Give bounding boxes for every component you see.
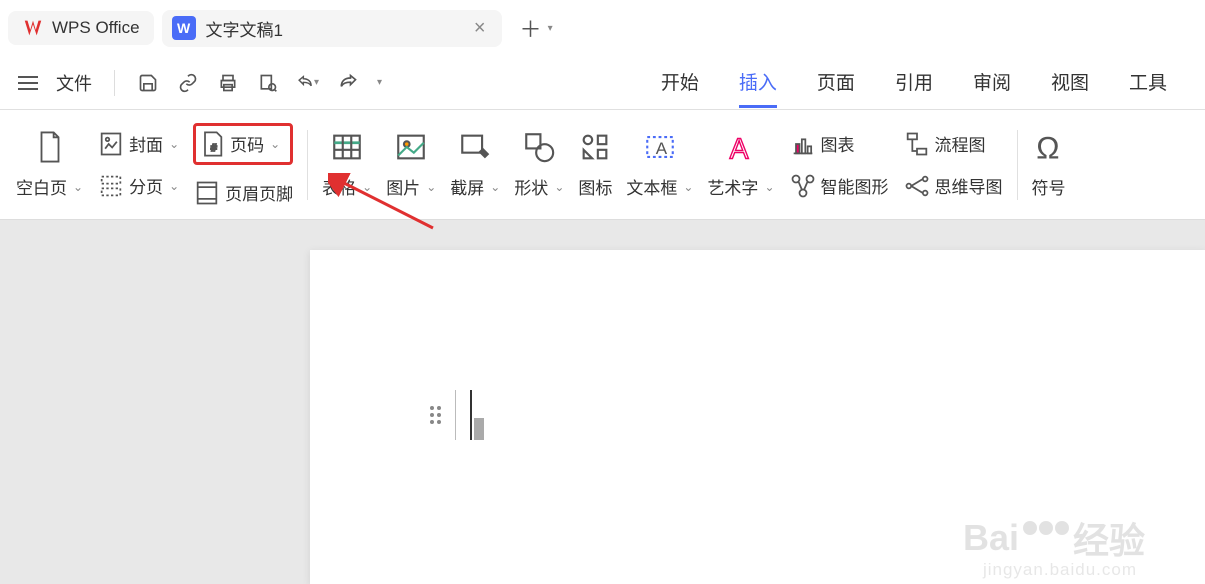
chart-button[interactable]: 图表	[789, 130, 889, 158]
tab-view[interactable]: 视图	[1051, 58, 1089, 108]
new-tab-button[interactable]: ＋ ▾	[510, 12, 563, 44]
document-title: 文字文稿1	[206, 16, 283, 41]
textbox-icon: A	[643, 130, 677, 164]
ribbon-tabs: 开始 插入 页面 引用 审阅 视图 工具	[661, 58, 1187, 108]
flowchart-button[interactable]: 流程图	[903, 130, 1003, 158]
mindmap-icon	[903, 172, 931, 200]
plus-icon: ＋	[520, 12, 542, 44]
page-number-button[interactable]: # 页码⌄	[198, 130, 288, 158]
textbox-button[interactable]: 文本框⌄	[626, 174, 693, 199]
word-doc-icon: W	[172, 16, 196, 40]
screenshot-icon	[458, 130, 492, 164]
svg-text:#: #	[211, 142, 217, 154]
preview-icon[interactable]	[257, 72, 279, 94]
watermark-url: jingyan.baidu.com	[983, 560, 1137, 580]
flowchart-icon	[903, 130, 931, 158]
screenshot-button[interactable]: 截屏⌄	[450, 174, 500, 199]
header-footer-icon	[193, 179, 221, 207]
print-icon[interactable]	[217, 72, 239, 94]
link-icon[interactable]	[177, 72, 199, 94]
shape-icon	[522, 130, 556, 164]
cover-icon	[97, 130, 125, 158]
close-tab-icon[interactable]: ×	[468, 17, 492, 40]
page-number-icon: #	[198, 130, 226, 158]
page-break-button[interactable]: 分页⌄	[97, 172, 179, 200]
document-tab[interactable]: W 文字文稿1 ×	[162, 10, 502, 47]
tab-tools[interactable]: 工具	[1129, 58, 1167, 108]
blank-page-icon	[33, 130, 67, 164]
blank-page-button[interactable]: 空白页⌄	[16, 174, 83, 199]
tab-insert[interactable]: 插入	[739, 58, 777, 108]
undo-icon[interactable]: ▾	[297, 72, 319, 94]
divider	[1017, 130, 1018, 200]
redo-icon[interactable]	[337, 72, 359, 94]
hamburger-icon[interactable]	[18, 76, 38, 90]
cover-button[interactable]: 封面⌄	[97, 130, 179, 158]
highlight-annotation: # 页码⌄	[193, 123, 293, 165]
shape-button[interactable]: 形状⌄	[514, 174, 564, 199]
svg-text:Ω: Ω	[1036, 130, 1059, 164]
divider	[114, 70, 115, 96]
ribbon-toolbar: 空白页⌄ 封面⌄ 分页⌄ # 页码⌄ 页眉页脚 表格⌄ 图片⌄	[0, 110, 1205, 220]
drag-handle-icon[interactable]	[430, 406, 441, 424]
text-cursor-area	[430, 390, 472, 440]
home-tab[interactable]: WPS Office	[8, 11, 154, 45]
table-button[interactable]: 表格⌄	[322, 174, 372, 199]
smartart-icon	[789, 172, 817, 200]
symbol-icon: Ω	[1032, 130, 1066, 164]
title-bar: WPS Office W 文字文稿1 × ＋ ▾	[0, 0, 1205, 56]
tab-review[interactable]: 审阅	[973, 58, 1011, 108]
wordart-icon: A	[724, 130, 758, 164]
picture-icon	[394, 130, 428, 164]
save-icon[interactable]	[137, 72, 159, 94]
header-footer-button[interactable]: 页眉页脚	[193, 179, 293, 207]
page-break-icon	[97, 172, 125, 200]
chevron-down-icon[interactable]: ▾	[377, 77, 382, 88]
picture-button[interactable]: 图片⌄	[386, 174, 436, 199]
divider	[307, 130, 308, 200]
tab-reference[interactable]: 引用	[895, 58, 933, 108]
symbol-button[interactable]: 符号	[1032, 174, 1066, 199]
svg-text:A: A	[730, 133, 749, 164]
app-name: WPS Office	[52, 18, 140, 38]
chevron-down-icon: ▾	[548, 23, 553, 34]
file-menu[interactable]: 文件	[56, 70, 92, 96]
menu-bar: 文件 ▾ ▾ 开始 插入 页面 引用 审阅 视图 工具	[0, 56, 1205, 110]
svg-text:A: A	[656, 139, 668, 158]
table-icon	[330, 130, 364, 164]
icon-button[interactable]: 图标	[578, 174, 612, 199]
wps-logo-icon	[22, 17, 44, 39]
chart-icon	[789, 130, 817, 158]
mindmap-button[interactable]: 思维导图	[903, 172, 1003, 200]
smartart-button[interactable]: 智能图形	[789, 172, 889, 200]
watermark: Bai 经验	[963, 512, 1145, 564]
tab-start[interactable]: 开始	[661, 58, 699, 108]
tab-page[interactable]: 页面	[817, 58, 855, 108]
icons-icon	[578, 130, 612, 164]
wordart-button[interactable]: 艺术字⌄	[707, 174, 774, 199]
